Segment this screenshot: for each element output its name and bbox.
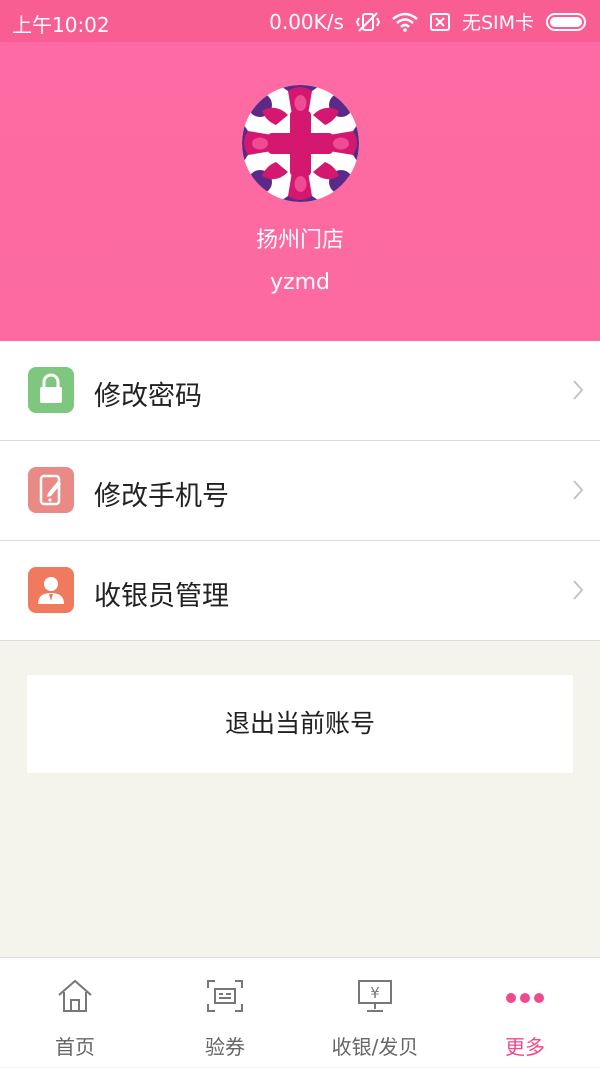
tab-home[interactable]: 首页: [0, 958, 150, 1068]
status-time: 上午10:02: [12, 13, 110, 37]
menu-item-change-password[interactable]: 修改密码: [0, 341, 600, 441]
vibrate-off-icon: [355, 11, 380, 33]
menu-item-label: 收银员管理: [94, 581, 229, 612]
menu-item-label: 修改手机号: [94, 481, 229, 512]
person-icon: [28, 567, 74, 613]
status-indicators: 0.00K/s 无SIM卡: [269, 8, 586, 35]
tab-label: 收银/发贝: [331, 1035, 419, 1059]
tab-cashier[interactable]: ¥ 收银/发贝: [300, 958, 450, 1068]
battery-level: [550, 16, 582, 27]
phone-edit-icon: [28, 467, 74, 513]
tab-verify-coupon[interactable]: 验券: [150, 958, 300, 1068]
profile-header: 扬州门店 yzmd: [0, 42, 600, 341]
store-code: yzmd: [270, 270, 330, 295]
svg-text:¥: ¥: [370, 984, 380, 1002]
network-speed: 0.00K/s: [269, 9, 344, 34]
no-sim-icon: [429, 12, 450, 31]
tab-label: 验券: [205, 1035, 245, 1059]
home-icon: [55, 978, 95, 1014]
tab-label: 首页: [55, 1035, 95, 1059]
tab-label: 更多: [505, 1035, 545, 1059]
scan-ticket-icon: [205, 978, 245, 1014]
cashier-monitor-icon: ¥: [355, 978, 395, 1014]
status-bar: 上午10:02 0.00K/s 无SIM卡: [0, 0, 600, 42]
chevron-right-icon: [572, 579, 584, 605]
chevron-right-icon: [572, 479, 584, 505]
tab-more[interactable]: 更多: [450, 958, 600, 1068]
settings-menu: 修改密码 修改手机号 收银员管理: [0, 341, 600, 641]
logout-button[interactable]: 退出当前账号: [27, 675, 573, 773]
chevron-right-icon: [572, 379, 584, 405]
menu-item-change-phone[interactable]: 修改手机号: [0, 441, 600, 541]
more-dots-icon: [503, 978, 547, 1014]
lock-icon: [28, 367, 74, 413]
wifi-icon: [392, 12, 418, 32]
store-name: 扬州门店: [255, 228, 344, 253]
store-avatar[interactable]: [242, 85, 359, 202]
menu-item-cashier-management[interactable]: 收银员管理: [0, 541, 600, 641]
bottom-tab-bar: 首页 验券 ¥ 收银/发贝 更多: [0, 957, 600, 1067]
menu-item-label: 修改密码: [94, 381, 202, 412]
battery-icon: [546, 12, 586, 31]
sim-status-text: 无SIM卡: [461, 12, 534, 34]
